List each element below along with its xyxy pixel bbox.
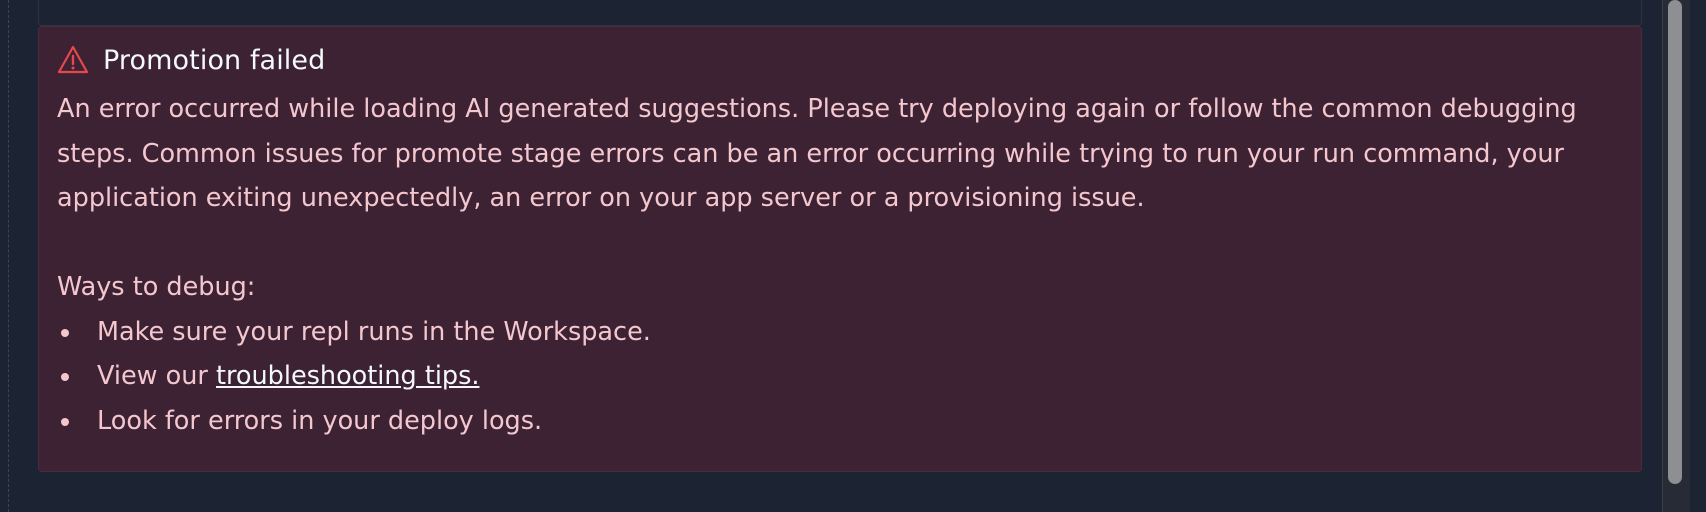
list-item: View our troubleshooting tips. xyxy=(57,354,1641,399)
debug-steps-list: Make sure your repl runs in the Workspac… xyxy=(57,310,1641,444)
left-guide-line xyxy=(8,0,9,512)
scrollbar-thumb[interactable] xyxy=(1668,0,1682,484)
debug-step-text: Look for errors in your deploy logs. xyxy=(97,405,543,436)
alert-title: Promotion failed xyxy=(103,44,326,76)
debug-heading: Ways to debug: xyxy=(57,272,256,302)
alert-header: Promotion failed xyxy=(57,27,1641,81)
alert-description: An error occurred while loading AI gener… xyxy=(57,94,1577,213)
bullet-icon xyxy=(61,373,69,381)
page-root: Promotion failed An error occurred while… xyxy=(0,0,1706,512)
error-alert-card: Promotion failed An error occurred while… xyxy=(38,26,1642,472)
bullet-icon xyxy=(61,417,69,426)
list-item: Look for errors in your deploy logs. xyxy=(57,399,1641,444)
debug-step-prefix: View our xyxy=(97,361,216,391)
bullet-icon xyxy=(61,328,69,337)
debug-step-text: Make sure your repl runs in the Workspac… xyxy=(97,316,651,347)
previous-panel xyxy=(38,0,1642,26)
window-right-edge xyxy=(1690,0,1706,512)
list-item: Make sure your repl runs in the Workspac… xyxy=(57,310,1641,355)
warning-triangle-icon xyxy=(57,44,89,76)
troubleshooting-tips-link[interactable]: troubleshooting tips. xyxy=(216,361,480,391)
